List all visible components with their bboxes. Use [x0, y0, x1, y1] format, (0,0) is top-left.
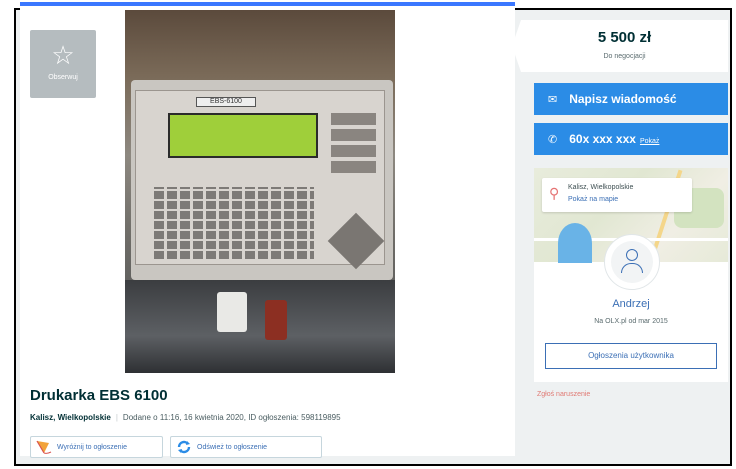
- photo-control-panel: EBS-6100: [135, 90, 385, 270]
- listing-card: EBS-6100 ☆ Obserwuj Drukarka EBS 6100 Ka…: [20, 2, 515, 458]
- top-accent-bar: [20, 2, 515, 6]
- photo-function-keys: [331, 113, 376, 173]
- photo-white-cup: [217, 292, 247, 332]
- photo-lcd-screen: [168, 113, 318, 158]
- map-water: [558, 223, 592, 263]
- seller-avatar[interactable]: [604, 234, 660, 290]
- observe-button[interactable]: ☆ Obserwuj: [30, 30, 96, 98]
- price-amount: 5 500 zł: [597, 29, 652, 46]
- send-message-label: Napisz wiadomość: [569, 92, 677, 106]
- meta-separator: |: [115, 413, 118, 422]
- highlight-ad-button[interactable]: Wyróżnij to ogłoszenie: [30, 436, 163, 458]
- seller-member-since: Na OLX.pl od mar 2015: [594, 318, 668, 325]
- phone-number: 60x xxx xxx: [569, 132, 636, 146]
- photo-red-bottle: [265, 300, 287, 340]
- map-pin-icon: ⚲: [549, 185, 560, 201]
- phone-icon: ✆: [548, 133, 558, 146]
- listing-added-info: Dodane o 11:16, 16 kwietnia 2020, ID ogł…: [122, 413, 341, 422]
- listing-photo[interactable]: EBS-6100: [125, 10, 395, 373]
- user-icon: [611, 241, 653, 283]
- map-location-box: ⚲ Kalisz, Wielkopolskie Pokaż na mapie: [542, 178, 692, 212]
- photo-lower-machinery: [125, 280, 395, 373]
- user-ads-button[interactable]: Ogłoszenia użytkownika: [545, 343, 717, 369]
- show-phone-link[interactable]: Pokaż: [640, 138, 659, 145]
- report-link[interactable]: Zgłoś naruszenie: [537, 391, 590, 398]
- highlight-ad-label: Wyróżnij to ogłoszenie: [57, 443, 127, 451]
- seller-card: ⚲ Kalisz, Wielkopolskie Pokaż na mapie A…: [534, 168, 728, 382]
- star-icon: ☆: [51, 40, 75, 70]
- send-message-button[interactable]: ✉ Napisz wiadomość: [534, 83, 728, 115]
- map-city: Kalisz, Wielkopolskie: [568, 184, 634, 191]
- observe-label: Obserwuj: [48, 74, 78, 81]
- listing-location: Kalisz, Wielkopolskie: [30, 413, 111, 422]
- kite-icon: [36, 440, 52, 454]
- phone-button[interactable]: ✆ 60x xxx xxx Pokaż: [534, 123, 728, 155]
- envelope-icon: ✉: [548, 93, 558, 106]
- price-box: 5 500 zł Do negocjacji: [512, 20, 728, 72]
- photo-keyboard: [154, 187, 314, 259]
- seller-name[interactable]: Andrzej: [534, 298, 728, 310]
- photo-dpad: [327, 212, 385, 270]
- listing-meta: Kalisz, Wielkopolskie | Dodane o 11:16, 16…: [30, 413, 341, 422]
- refresh-icon: [177, 440, 191, 454]
- listing-title: Drukarka EBS 6100: [30, 387, 168, 404]
- show-on-map-link[interactable]: Pokaż na mapie: [568, 196, 618, 203]
- photo-brand-label: EBS-6100: [196, 97, 256, 107]
- refresh-ad-button[interactable]: Odśwież to ogłoszenie: [170, 436, 322, 458]
- refresh-ad-label: Odśwież to ogłoszenie: [197, 443, 268, 451]
- price-negotiable: Do negocjacji: [603, 53, 646, 60]
